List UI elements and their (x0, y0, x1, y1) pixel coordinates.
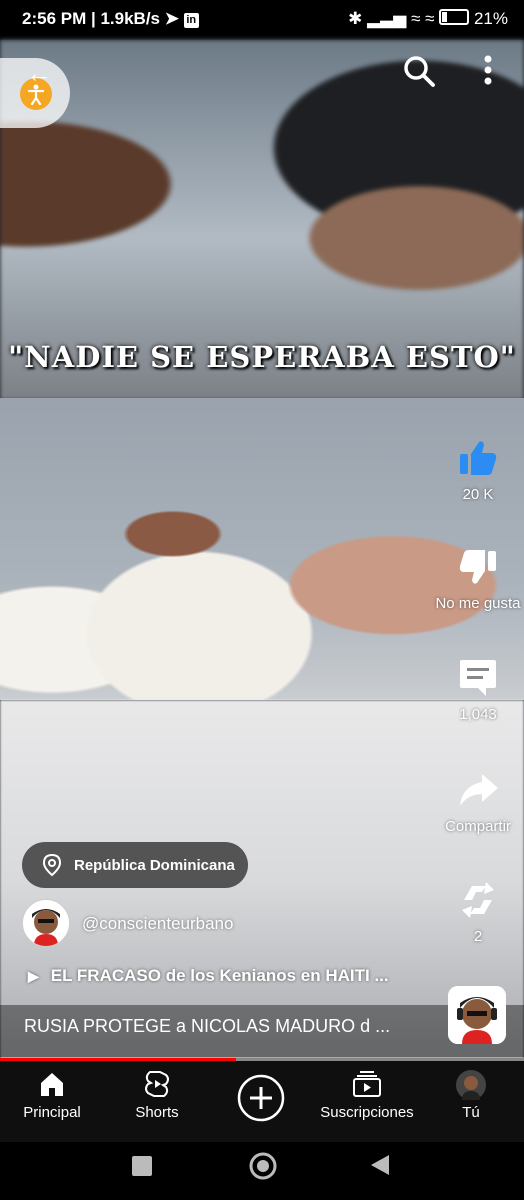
like-button[interactable]: 20 K (428, 436, 524, 503)
comments-count: 1,043 (459, 706, 497, 723)
battery-icon (439, 9, 470, 25)
like-count: 20 K (462, 486, 494, 503)
bluetooth-icon: ✱ (348, 9, 363, 28)
location-pin-icon (42, 853, 62, 877)
nav-subscriptions-label: Suscripciones (320, 1104, 414, 1121)
wifi-icon: ≈ (411, 9, 421, 28)
nav-you-label: Tú (462, 1104, 480, 1121)
dislike-button[interactable]: No me gusta (428, 545, 524, 612)
home-system-icon[interactable] (248, 1151, 278, 1186)
comment-icon (460, 660, 496, 696)
plus-circle-icon (237, 1074, 285, 1122)
channel-avatar[interactable] (22, 899, 70, 947)
location-chip[interactable]: República Dominicana (22, 842, 248, 888)
nav-you[interactable]: Tú (416, 1070, 524, 1121)
more-vert-icon (484, 55, 492, 85)
telegram-icon: ➤ (164, 9, 179, 28)
thumbs-down-icon (459, 550, 496, 584)
remix-count: 2 (473, 928, 483, 945)
linkedin-icon: in (183, 13, 199, 28)
back-system-icon[interactable] (369, 1153, 391, 1182)
nav-subscriptions[interactable]: Suscripciones (311, 1070, 423, 1121)
nav-shorts[interactable]: Shorts (102, 1070, 212, 1121)
shorts-icon (145, 1071, 169, 1097)
profile-avatar-icon (456, 1070, 486, 1100)
search-button[interactable] (402, 54, 436, 88)
back-arrow-icon[interactable]: ← (26, 58, 52, 89)
share-button[interactable]: Compartir (428, 768, 524, 835)
battery-percent: 21% (473, 9, 508, 28)
video-caption: "NADIE SE ESPERABA ESTO" (8, 340, 516, 374)
nav-shorts-label: Shorts (135, 1104, 179, 1121)
progress-fill (0, 1058, 236, 1061)
status-time: 2:56 PM | 1.9kB/s (22, 9, 160, 28)
playlist-title: EL FRACASO de los Kenianos en HAITI ... (50, 966, 389, 985)
share-icon (460, 774, 498, 806)
search-icon (404, 56, 435, 87)
video-title[interactable]: RUSIA PROTEGE a NICOLAS MADURO d ... (24, 1016, 390, 1037)
signal-icon: ▂▃▅ (367, 9, 407, 28)
sound-avatar[interactable] (448, 986, 506, 1044)
home-icon (41, 1073, 63, 1096)
nav-home-label: Principal (23, 1104, 81, 1121)
nav-home[interactable]: Principal (0, 1070, 107, 1121)
more-options-button[interactable] (478, 54, 498, 88)
dislike-label: No me gusta (435, 595, 521, 612)
remix-icon (462, 882, 494, 918)
status-bar: 2:56 PM | 1.9kB/s ➤ in ✱ ▂▃▅ ≈ ≈ 21% (0, 0, 524, 40)
comments-button[interactable]: 1,043 (428, 656, 524, 723)
wifi-6-icon: ≈ (425, 9, 435, 28)
channel-handle[interactable]: @conscienteurbano (82, 914, 233, 934)
thumbs-up-icon (460, 441, 497, 475)
subscriptions-icon (353, 1071, 381, 1097)
share-label: Compartir (445, 818, 511, 835)
recents-icon[interactable] (132, 1156, 152, 1176)
location-label: República Dominicana (74, 856, 235, 874)
remix-button[interactable]: 2 (428, 878, 524, 945)
playlist-link[interactable]: ▶ EL FRACASO de los Kenianos en HAITI ... (28, 966, 389, 986)
play-icon: ▶ (28, 968, 39, 984)
create-button[interactable] (237, 1074, 285, 1122)
